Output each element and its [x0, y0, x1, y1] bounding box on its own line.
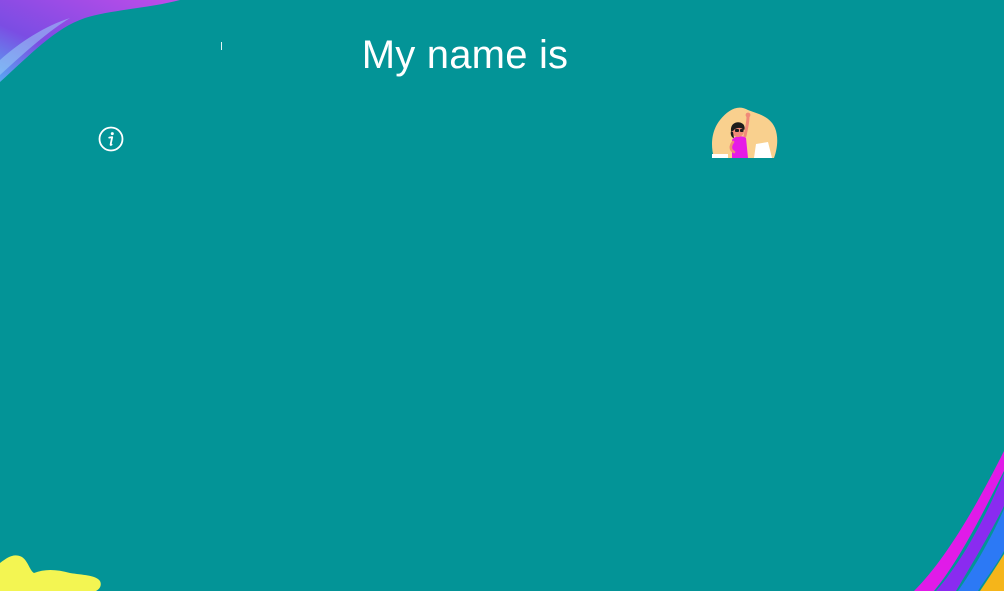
page-title: My name is — [361, 33, 569, 77]
info-icon — [98, 126, 124, 152]
bottom-left-splash-decoration — [0, 555, 101, 591]
avatar — [708, 104, 780, 158]
bottom-right-stripe-decoration — [914, 451, 1004, 591]
waving-person-illustration — [712, 107, 778, 158]
info-button[interactable] — [97, 125, 125, 153]
name-entry-screen: My name is — [0, 0, 1004, 591]
